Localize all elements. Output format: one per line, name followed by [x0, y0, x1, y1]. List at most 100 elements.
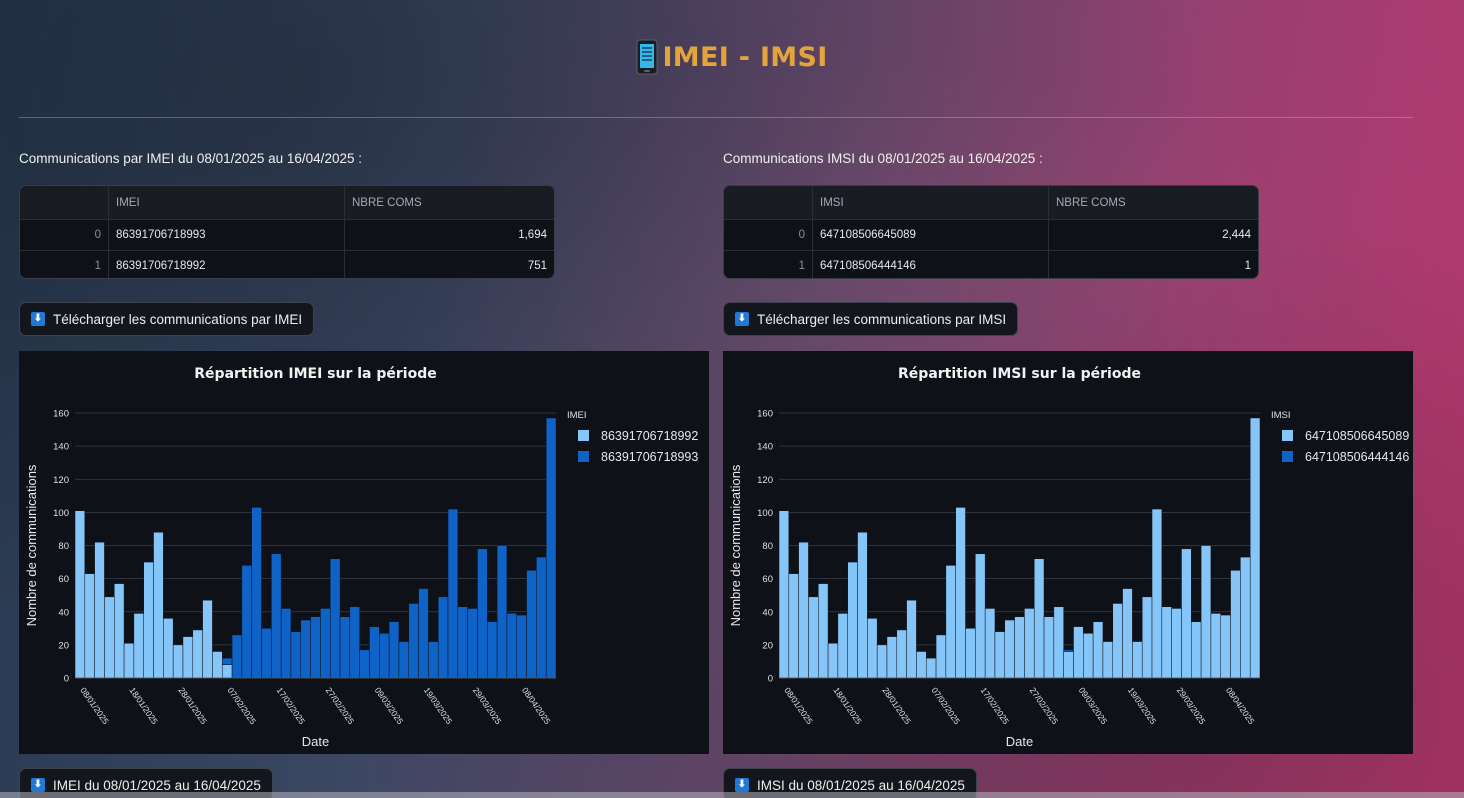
bar-series-1 — [994, 631, 1006, 679]
imsi-column-header[interactable]: IMSI — [813, 186, 1049, 219]
bar-series-1 — [212, 651, 223, 679]
bar-series-1 — [818, 583, 829, 679]
count-column-header[interactable]: NBRE COMS — [345, 186, 554, 219]
bar-series-2 — [536, 556, 547, 679]
imei-chart-svg: Répartition IMEI sur la période 0 20 40 60 80… — [24, 366, 698, 749]
count-cell[interactable]: 751 — [345, 251, 554, 278]
legend-label: 86391706718992 — [601, 429, 698, 443]
bar-series-2 — [310, 616, 321, 679]
bar-series-2 — [447, 508, 459, 679]
row-index: 1 — [724, 251, 813, 278]
bar-series-2 — [477, 548, 488, 679]
y-tick-label: 20 — [58, 640, 69, 651]
x-axis-label: Date — [1006, 734, 1033, 749]
row-index: 1 — [20, 251, 109, 278]
x-tick-label: 19/03/2025 — [1126, 685, 1159, 726]
bar-series-2 — [467, 608, 478, 679]
bar-series-1 — [827, 642, 839, 679]
y-tick-label: 120 — [757, 475, 773, 486]
bar-series-2 — [1063, 649, 1074, 652]
bar-series-1 — [133, 613, 144, 679]
bar-series-2 — [418, 588, 429, 679]
count-cell[interactable]: 1 — [1049, 251, 1258, 278]
bar-series-1 — [1033, 558, 1045, 679]
bar-series-1 — [1210, 613, 1221, 679]
imsi-cell[interactable]: 647108506444146 — [813, 251, 1049, 278]
bar-series-1 — [1141, 596, 1153, 679]
x-tick-label: 27/02/2025 — [324, 685, 357, 726]
bar-series-2 — [280, 608, 292, 679]
bar-series-2 — [349, 606, 360, 679]
x-tick-label: 17/02/2025 — [979, 685, 1012, 726]
bar-series-1 — [837, 613, 848, 679]
bar-series-2 — [369, 626, 380, 679]
x-tick-label: 19/03/2025 — [422, 685, 455, 726]
bar-series-2 — [428, 641, 439, 679]
bar-series-2 — [300, 619, 311, 679]
bar-series-1 — [1132, 641, 1143, 679]
imei-table[interactable]: IMEI NBRE COMS 0 86391706718993 1,694 1 … — [19, 185, 555, 279]
bar-series-1 — [1171, 608, 1182, 679]
bar-series-2 — [359, 649, 370, 679]
imei-period-label: IMEI du 08/01/2025 au 16/04/2025 — [53, 777, 261, 793]
table-row[interactable]: 1 86391706718992 751 — [20, 250, 554, 278]
bar-series-1 — [143, 561, 154, 679]
horizontal-scrollbar[interactable] — [0, 792, 1464, 798]
download-imsi-button[interactable]: ⬇ Télécharger les communications par IMS… — [723, 302, 1019, 336]
imei-column-header[interactable]: IMEI — [109, 186, 345, 219]
bar-series-1 — [1083, 633, 1094, 679]
count-cell[interactable]: 2,444 — [1049, 220, 1258, 250]
y-axis-label: Nombre de communications — [728, 464, 743, 626]
bar-series-1 — [1181, 548, 1192, 679]
bar-series-2 — [545, 417, 557, 679]
y-tick-label: 60 — [762, 574, 773, 585]
bar-series-1 — [955, 507, 966, 679]
y-tick-label: 140 — [53, 442, 69, 453]
imei-cell[interactable]: 86391706718992 — [109, 251, 345, 278]
y-tick-label: 100 — [53, 508, 69, 519]
bar-series-1 — [906, 599, 917, 679]
x-tick-label: 08/04/2025 — [520, 685, 553, 726]
bar-series-1 — [1063, 651, 1074, 679]
x-tick-label: 08/01/2025 — [78, 685, 111, 726]
bar-series-1 — [1073, 626, 1084, 679]
legend-swatch — [578, 451, 589, 462]
x-tick-label: 18/01/2025 — [127, 685, 160, 726]
imsi-section-label: Communications IMSI du 08/01/2025 au 16/… — [723, 151, 1043, 166]
imei-cell[interactable]: 86391706718993 — [109, 220, 345, 250]
download-imei-button[interactable]: ⬇ Télécharger les communications par IME… — [19, 302, 315, 336]
count-column-header[interactable]: NBRE COMS — [1049, 186, 1258, 219]
y-tick-label: 40 — [762, 607, 773, 618]
bar-series-1 — [857, 532, 868, 679]
index-header — [724, 186, 813, 219]
table-row[interactable]: 1 647108506444146 1 — [724, 250, 1258, 278]
table-row[interactable]: 0 86391706718993 1,694 — [20, 219, 554, 250]
count-cell[interactable]: 1,694 — [345, 220, 554, 250]
imsi-chart-svg: Répartition IMSI sur la période 0 20 40 60 80… — [728, 366, 1409, 749]
x-axis-label: Date — [302, 734, 329, 749]
y-tick-label: 160 — [757, 409, 773, 420]
bar-series-1 — [94, 541, 105, 679]
bar-series-1 — [192, 629, 203, 679]
bar-series-1 — [172, 644, 184, 679]
bar-series-1 — [798, 541, 809, 679]
imsi-cell[interactable]: 647108506645089 — [813, 220, 1049, 250]
table-row[interactable]: 0 647108506645089 2,444 — [724, 219, 1258, 250]
imei-section-label: Communications par IMEI du 08/01/2025 au… — [19, 151, 362, 166]
bar-series-1 — [1053, 606, 1064, 679]
y-tick-label: 40 — [58, 607, 69, 618]
bar-series-2 — [329, 558, 341, 679]
bar-series-1 — [123, 642, 135, 679]
bar-series-2 — [271, 553, 282, 679]
chart-title: Répartition IMSI sur la période — [898, 366, 1141, 382]
bar-series-1 — [1112, 603, 1123, 679]
x-tick-label: 17/02/2025 — [275, 685, 308, 726]
bar-series-1 — [1122, 588, 1133, 679]
imsi-table[interactable]: IMSI NBRE COMS 0 647108506645089 2,444 1… — [723, 185, 1259, 279]
bar-series-1 — [1220, 614, 1231, 679]
bar-series-1 — [886, 636, 898, 679]
legend-title: IMEI — [567, 410, 587, 421]
bar-series-1 — [1043, 616, 1055, 679]
x-tick-label: 28/01/2025 — [880, 685, 913, 726]
bar-series-1 — [945, 565, 956, 679]
